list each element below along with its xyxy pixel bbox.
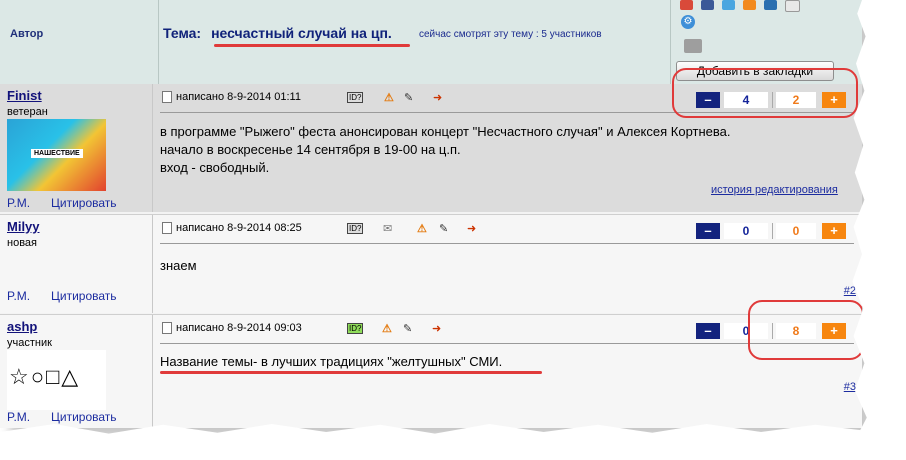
post-date: написано 8-9-2014 08:25 bbox=[176, 222, 302, 234]
post-body-line: начало в воскресенье 14 сентября в 19-00… bbox=[160, 142, 461, 157]
post-body-line: в программе "Рыжего" феста анонсирован к… bbox=[160, 124, 731, 139]
author-rank: новая bbox=[7, 237, 37, 249]
avatar: НАШЕСТВИЕ bbox=[7, 119, 106, 191]
post-body: Название темы- в лучших традициях "желту… bbox=[160, 353, 502, 371]
forum-frame: Автор Тема: несчастный случай на цп. сейч… bbox=[0, 0, 862, 428]
vote-up-button[interactable]: + bbox=[822, 223, 846, 239]
post-body: знаем bbox=[160, 257, 197, 275]
user-info-icon[interactable]: ID? bbox=[347, 322, 364, 334]
avatar-logo-text: НАШЕСТВИЕ bbox=[31, 149, 83, 158]
document-icon bbox=[162, 91, 172, 104]
post-divider bbox=[160, 243, 854, 244]
user-info-icon[interactable]: ID? bbox=[347, 91, 364, 103]
author-name[interactable]: Milyy bbox=[7, 219, 40, 234]
author-rank: участник bbox=[7, 337, 52, 349]
post-rating: – 0 0 + bbox=[696, 223, 846, 240]
document-icon bbox=[162, 322, 172, 335]
vote-down-button[interactable]: – bbox=[696, 323, 720, 339]
pm-link[interactable]: P.M. bbox=[7, 196, 30, 210]
edit-icon[interactable]: ✎ bbox=[404, 91, 413, 104]
annotation-underline bbox=[214, 44, 410, 47]
quote-link[interactable]: Цитировать bbox=[51, 289, 117, 303]
rating-positive: 0 bbox=[724, 223, 768, 239]
rating-divider bbox=[772, 223, 773, 239]
annotation-underline bbox=[160, 371, 542, 374]
quote-link[interactable]: Цитировать bbox=[51, 410, 117, 424]
topic-heading: Тема: несчастный случай на цп. bbox=[163, 25, 392, 41]
post: Milyy новая P.M. Цитировать написано 8-9… bbox=[0, 214, 862, 313]
post-meta: написано 8-9-2014 08:25 bbox=[162, 222, 302, 235]
post-anchor-link[interactable]: #2 bbox=[844, 285, 856, 297]
edit-icon[interactable]: ✎ bbox=[403, 322, 412, 335]
header-divider bbox=[670, 0, 671, 84]
post-date: написано 8-9-2014 01:11 bbox=[176, 91, 301, 103]
document-icon bbox=[162, 222, 172, 235]
post-anchor-link[interactable]: #3 bbox=[844, 381, 856, 393]
post-body: в программе "Рыжего" феста анонсирован к… bbox=[160, 123, 730, 177]
author-name[interactable]: Finist bbox=[7, 88, 42, 103]
post-body-line: знаем bbox=[160, 258, 197, 273]
reply-icon[interactable]: ➜ bbox=[432, 322, 441, 335]
edit-history-link[interactable]: история редактирования bbox=[711, 184, 838, 196]
share-icons bbox=[680, 0, 808, 12]
avatar: ☆○□△ bbox=[7, 350, 106, 410]
quote-link[interactable]: Цитировать bbox=[51, 196, 117, 210]
author-column-heading: Автор bbox=[10, 28, 44, 40]
viewers-count: сейчас смотрят эту тему : 5 участников bbox=[419, 29, 602, 40]
reply-icon[interactable]: ➜ bbox=[467, 222, 476, 235]
printer-icon[interactable] bbox=[684, 39, 702, 53]
header-divider bbox=[158, 0, 159, 84]
twitter-icon[interactable] bbox=[722, 0, 735, 10]
topic-label: Тема: bbox=[163, 25, 202, 41]
report-icon[interactable]: ⚠ bbox=[384, 91, 394, 104]
topic-title: несчастный случай на цп. bbox=[211, 25, 392, 41]
odnoklassniki-icon[interactable] bbox=[743, 0, 756, 10]
report-icon[interactable]: ⚠ bbox=[417, 222, 427, 235]
gear-icon[interactable]: ⚙ bbox=[681, 15, 695, 29]
author-rank: ветеран bbox=[7, 106, 48, 118]
annotation-circle bbox=[748, 300, 862, 360]
reply-icon[interactable]: ➜ bbox=[433, 91, 442, 104]
torn-edge bbox=[850, 0, 906, 454]
avatar-symbols: ☆○□△ bbox=[9, 364, 81, 389]
post-author-column: Milyy новая P.M. Цитировать bbox=[0, 215, 153, 313]
post-author-column: Finist ветеран НАШЕСТВИЕ P.M. Цитировать bbox=[0, 84, 153, 212]
post-author-column: ashp участник ☆○□△ P.M. Цитировать bbox=[0, 315, 153, 428]
annotation-circle bbox=[672, 68, 858, 118]
post-date: написано 8-9-2014 09:03 bbox=[176, 322, 302, 334]
post-meta: написано 8-9-2014 01:11 bbox=[162, 91, 301, 104]
pm-link[interactable]: P.M. bbox=[7, 289, 30, 303]
rating-negative: 0 bbox=[776, 223, 816, 239]
post-body-line: Название темы- в лучших традициях "желту… bbox=[160, 354, 503, 369]
post-meta: написано 8-9-2014 09:03 bbox=[162, 322, 302, 335]
pm-link[interactable]: P.M. bbox=[7, 410, 30, 424]
author-name[interactable]: ashp bbox=[7, 319, 37, 334]
report-icon[interactable]: ⚠ bbox=[382, 322, 392, 335]
user-info-icon[interactable]: ID? bbox=[347, 222, 364, 234]
edit-icon[interactable]: ✎ bbox=[439, 222, 448, 235]
mail-icon[interactable] bbox=[785, 0, 800, 12]
livejournal-icon[interactable] bbox=[764, 0, 777, 10]
post-body-line: вход - свободный. bbox=[160, 160, 270, 175]
facebook-icon[interactable] bbox=[701, 0, 714, 10]
vote-down-button[interactable]: – bbox=[696, 223, 720, 239]
share-icon[interactable] bbox=[680, 0, 693, 10]
message-icon[interactable]: ✉ bbox=[383, 222, 392, 235]
